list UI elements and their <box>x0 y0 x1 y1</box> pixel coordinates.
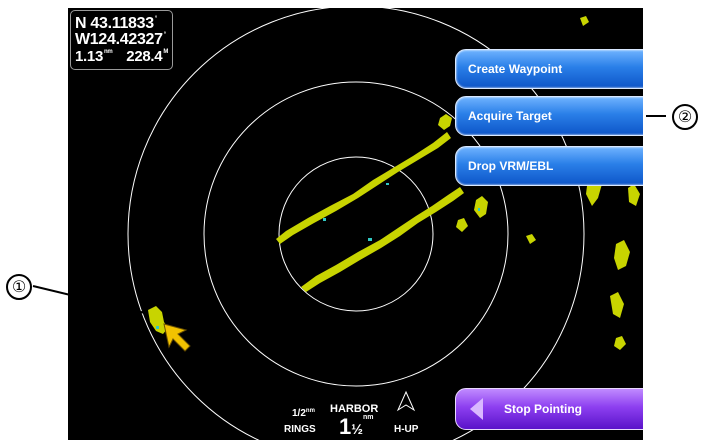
callout-leaders <box>32 115 666 314</box>
callout-marker-2: ② <box>672 104 698 130</box>
callout-1-leader <box>32 285 146 314</box>
